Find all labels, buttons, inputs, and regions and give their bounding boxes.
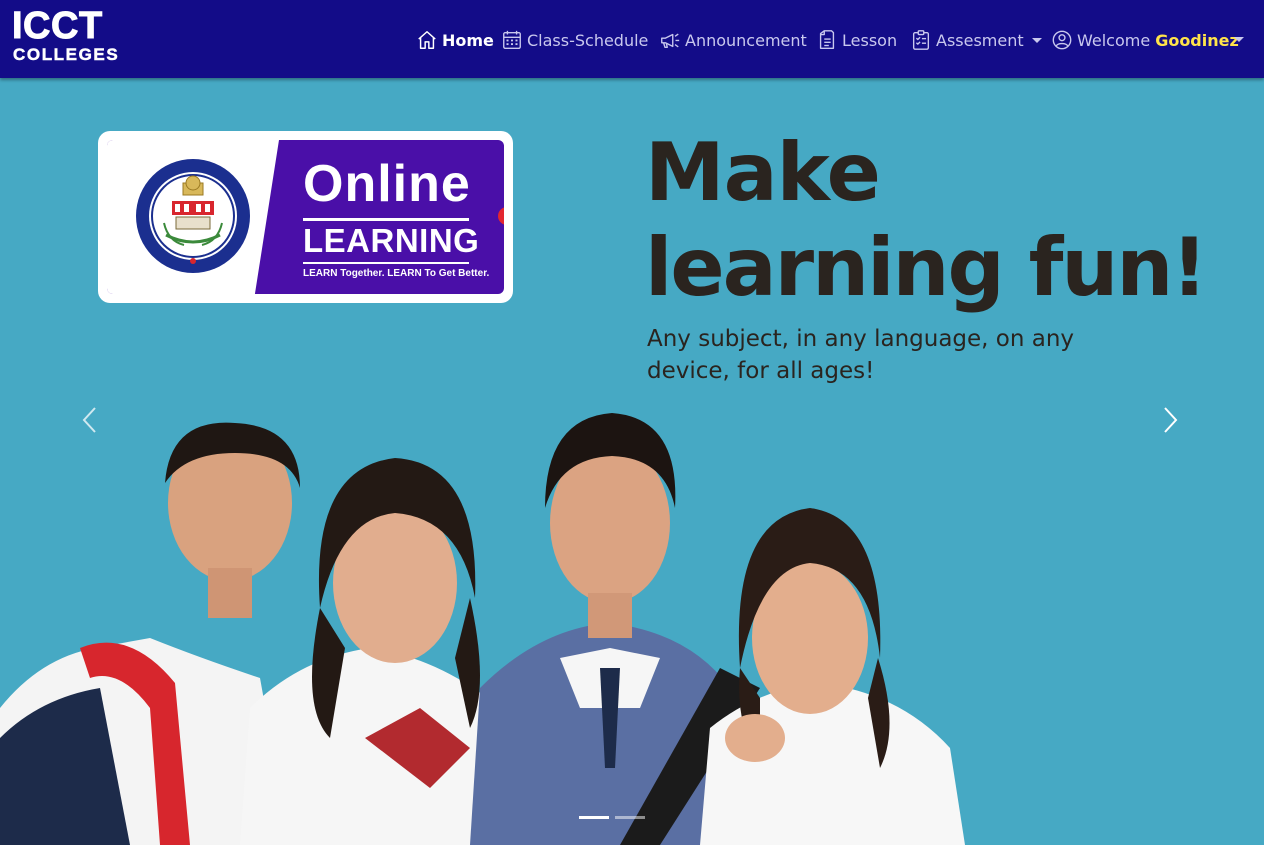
house-icon [418,31,436,49]
hero-subtext: Any subject, in any language, on any dev… [647,326,1075,384]
hero-headline: Make learning fun! [645,126,1208,318]
nav-lesson-label: Lesson [842,30,898,50]
badge-title-learning: LEARNING [303,222,480,259]
nav-class-schedule-label: Class-Schedule [527,30,649,50]
hero-carousel: Online LEARNING LEARN Together. LEARN To… [0,78,1264,845]
carousel-next-chevron-right-icon[interactable] [1160,405,1180,435]
headline-line1: Make [645,126,881,219]
signal-icon [498,207,504,225]
nav-class-schedule[interactable]: Class-Schedule [501,28,648,52]
online-learning-badge: Online LEARNING LEARN Together. LEARN To… [98,131,513,303]
user-name: Goodinez [1155,30,1239,50]
megaphone-icon [661,33,680,49]
badge-divider [303,218,469,221]
carousel-indicator-2[interactable] [615,816,645,819]
headline-line2: learning fun! [645,221,1208,314]
badge-panel: Online LEARNING LEARN Together. LEARN To… [107,140,504,294]
chevron-down-icon [1031,37,1042,43]
nav-announcement[interactable]: Announcement [659,28,807,52]
carousel-indicators [579,816,645,819]
nav-assesment[interactable]: Assesment [910,28,1042,52]
carousel-indicator-1[interactable] [579,816,609,819]
brand-line2: COLLEGES [13,45,120,64]
brand-logo[interactable]: ICCT COLLEGES [11,5,126,65]
carousel-prev-chevron-left-icon[interactable] [80,405,100,435]
badge-title-online: Online [303,155,471,213]
welcome-label: Welcome [1077,30,1151,50]
user-menu-chevron-down-icon[interactable] [1234,37,1244,42]
nav-home[interactable]: Home [416,28,494,52]
brand-line1: ICCT [12,5,103,47]
nav-user-welcome[interactable]: Welcome Goodinez [1051,28,1239,52]
nav-home-label: Home [442,30,494,50]
icct-seal-logo [136,159,250,273]
document-icon [819,30,835,49]
checklist-icon [912,30,930,50]
user-circle-icon [1052,30,1072,50]
students-photo [0,413,965,845]
nav-assesment-label: Assesment [936,30,1024,50]
nav-lesson[interactable]: Lesson [816,28,897,52]
calendar-icon [503,30,521,49]
nav-announcement-label: Announcement [685,30,807,50]
badge-tagline: LEARN Together. LEARN To Get Better. [303,268,490,279]
top-navbar: ICCT COLLEGES Home Class-Schedule Announ… [0,0,1264,78]
badge-divider-2 [303,262,469,264]
